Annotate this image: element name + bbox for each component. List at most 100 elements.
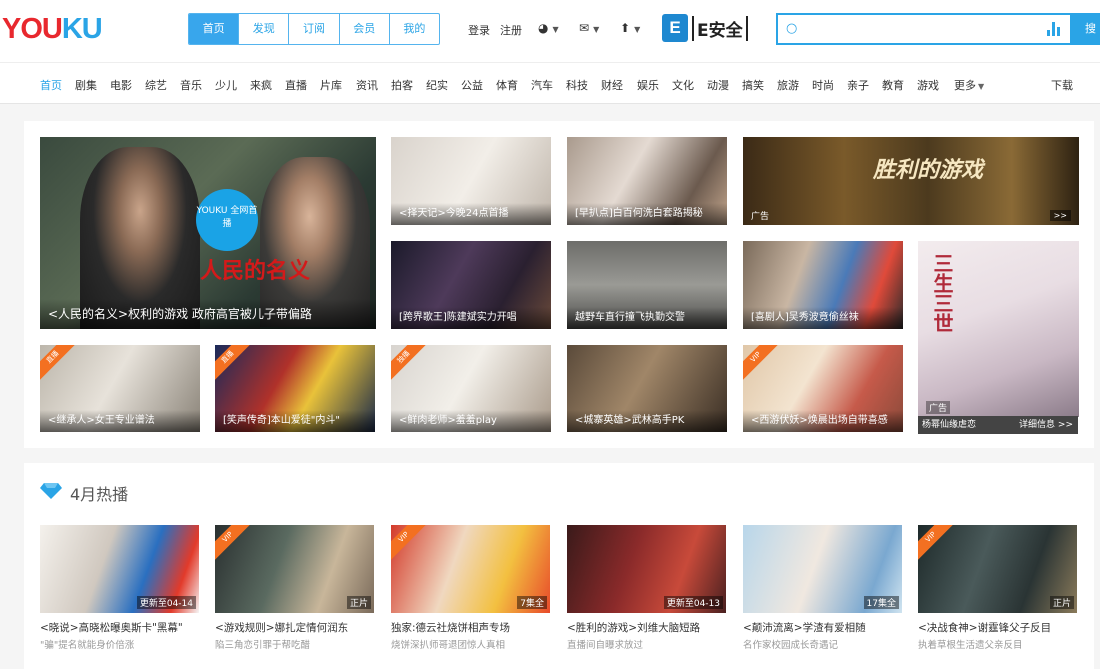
tab-vip[interactable]: 会员 (338, 14, 389, 44)
focus-tile[interactable]: [早扒点]白百何洗白套路揭秘 (567, 137, 727, 225)
poster-calligraphy: 三生三世 (930, 253, 954, 333)
nav-item[interactable]: 纪实 (426, 77, 448, 93)
register-link[interactable]: 注册 (500, 22, 522, 38)
user-links: 登录 注册 (468, 22, 522, 38)
hot-tile[interactable]: VIP 7集全 (391, 525, 550, 613)
nav-item[interactable]: 音乐 (180, 77, 202, 93)
hot-item-subtitle: 名作家校园成长奇遇记 (743, 640, 839, 651)
hot-item-title[interactable]: <胜利的游戏>刘维大脑短路 (567, 620, 700, 635)
nav-item[interactable]: 直播 (285, 77, 307, 93)
upload-icon[interactable]: ⬆ ▼ (620, 21, 640, 35)
focus-tile[interactable]: [喜剧人]吴秀波竟偷丝袜 (743, 241, 903, 329)
esafety-ad-logo[interactable]: E E安全 (662, 13, 748, 43)
vip-corner-badge: VIP (215, 525, 252, 562)
side-ad-tile[interactable]: 三生三世 广告 (918, 241, 1079, 417)
focus-tile[interactable]: 直播 [笑声传奇]本山爱徒"内斗" (215, 345, 375, 432)
chevron-down-icon: ▼ (552, 25, 559, 34)
ad-banner-tile[interactable]: 胜利的游戏 广告 >> (743, 137, 1079, 225)
trending-chart-icon[interactable] (1047, 22, 1060, 36)
hot-item-title[interactable]: 独家:德云社烧饼相声专场 (391, 620, 510, 635)
focus-tile[interactable]: <择天记>今晚24点首播 (391, 137, 551, 225)
top-header: YOUKU 首页 发现 订阅 会员 我的 登录 注册 ◕ ▼ ✉ ▼ ⬆ ▼ E E安… (0, 0, 1100, 62)
chevron-down-icon: ▼ (634, 25, 641, 34)
search-icon: ○ (786, 21, 798, 36)
drama-title-art: 人民的名义 (200, 258, 311, 284)
youku-logo[interactable]: YOUKU (2, 13, 103, 46)
login-link[interactable]: 登录 (468, 22, 490, 38)
focus-main-tile[interactable]: YOUKU 全网首播 人民的名义 <人民的名义>权利的游戏 政府高官被儿子带偏路 (40, 137, 376, 329)
mail-icon[interactable]: ✉ ▼ (579, 21, 599, 35)
premiere-badge: YOUKU 全网首播 (196, 189, 258, 251)
exclusive-corner-badge: 独播 (391, 345, 428, 382)
ad-label: 广告 (926, 401, 951, 414)
focus-tile[interactable]: VIP <西游伏妖>焕晨出场自带喜感 (743, 345, 903, 432)
hot-item-title[interactable]: <游戏规则>娜扎定情何润东 (215, 620, 348, 635)
hot-tile[interactable]: 更新至04-13 (567, 525, 726, 613)
nav-item[interactable]: 电影 (110, 77, 132, 93)
nav-item[interactable]: 搞笑 (742, 77, 764, 93)
hot-tile[interactable]: 更新至04-14 (40, 525, 199, 613)
nav-item[interactable]: 综艺 (145, 77, 167, 93)
live-corner-badge: 直播 (215, 345, 252, 382)
tab-discover[interactable]: 发现 (238, 14, 288, 44)
nav-item[interactable]: 公益 (461, 77, 483, 93)
nav-item[interactable]: 体育 (496, 77, 518, 93)
focus-tile[interactable]: 越野车直行撞飞执勤交警 (567, 241, 727, 329)
ad-label: 广告 (751, 212, 770, 222)
focus-tile[interactable]: [跨界歌王]陈建斌实力开唱 (391, 241, 551, 329)
caret-down-icon: ▼ (978, 82, 985, 91)
vip-corner-badge: VIP (918, 525, 955, 562)
tab-mine[interactable]: 我的 (388, 14, 439, 44)
search-button[interactable]: 搜 (1071, 13, 1100, 45)
nav-item[interactable]: 汽车 (531, 77, 553, 93)
nav-item[interactable]: 片库 (320, 77, 342, 93)
nav-item[interactable]: 娱乐 (637, 77, 659, 93)
focus-tile[interactable]: 独播 <鲜肉老师>羞羞play (391, 345, 551, 432)
nav-item[interactable]: 旅游 (777, 77, 799, 93)
nav-item[interactable]: 游戏 (917, 77, 939, 93)
hot-item-title[interactable]: <颠沛流离>学渣有爱相随 (743, 620, 866, 635)
nav-item[interactable]: 文化 (672, 77, 694, 93)
section-title: 4月热播 (70, 485, 129, 504)
main-tabs: 首页 发现 订阅 会员 我的 (188, 13, 440, 45)
next-arrow[interactable]: >> (1049, 210, 1071, 221)
hot-item-subtitle: "骗"提名就能身价倍涨 (40, 640, 135, 651)
nav-item[interactable]: 动漫 (707, 77, 729, 93)
nav-item[interactable]: 财经 (601, 77, 623, 93)
nav-item[interactable]: 资讯 (356, 77, 378, 93)
hot-tile[interactable]: 17集全 (743, 525, 902, 613)
hot-item-title[interactable]: <决战食神>谢霆锋父子反目 (918, 620, 1051, 635)
nav-item[interactable]: 科技 (566, 77, 588, 93)
channel-nav: 首页 剧集 电影 综艺 音乐 少儿 来疯 直播 片库 资讯 拍客 纪实 公益 体… (0, 62, 1100, 104)
vip-corner-badge: VIP (743, 345, 780, 382)
nav-item[interactable]: 亲子 (847, 77, 869, 93)
live-corner-badge: 直播 (40, 345, 77, 382)
tab-home[interactable]: 首页 (189, 14, 239, 44)
focus-tile[interactable]: 直播 <继承人>女王专业谱法 (40, 345, 200, 432)
vip-corner-badge: VIP (391, 525, 428, 562)
nav-item[interactable]: 教育 (882, 77, 904, 93)
nav-item[interactable]: 时尚 (812, 77, 834, 93)
tab-subscribe[interactable]: 订阅 (288, 14, 338, 44)
esafety-text: E安全 (692, 15, 748, 41)
history-icon[interactable]: ◕ ▼ (538, 21, 559, 35)
nav-item[interactable]: 来疯 (250, 77, 272, 93)
side-ad-info[interactable]: 杨幂仙缘虐恋 详细信息 >> (918, 416, 1078, 434)
nav-item[interactable]: 首页 (40, 77, 62, 93)
esafety-badge: E (662, 14, 688, 42)
focus-tile[interactable]: <城寨英雄>武林高手PK (567, 345, 727, 432)
show-logo-art: 胜利的游戏 (873, 157, 984, 183)
search-box[interactable]: ○ (776, 13, 1072, 45)
nav-item[interactable]: 少儿 (215, 77, 237, 93)
nav-download[interactable]: 下载 (1051, 77, 1073, 93)
detail-link[interactable]: 详细信息 >> (1019, 416, 1073, 434)
nav-item[interactable]: 剧集 (75, 77, 97, 93)
nav-item[interactable]: 拍客 (391, 77, 413, 93)
tile-caption: <人民的名义>权利的游戏 政府高官被儿子带偏路 (40, 299, 376, 329)
nav-more[interactable]: 更多 ▼ (954, 77, 984, 93)
hot-tile[interactable]: VIP 正片 (215, 525, 374, 613)
hot-item-subtitle: 陷三角恋引罪于帮吃醋 (215, 640, 311, 651)
hot-tile[interactable]: VIP 正片 (918, 525, 1077, 613)
chevron-down-icon: ▼ (593, 25, 600, 34)
hot-item-title[interactable]: <晓说>高晓松曝奥斯卡"黑幕" (40, 620, 183, 635)
